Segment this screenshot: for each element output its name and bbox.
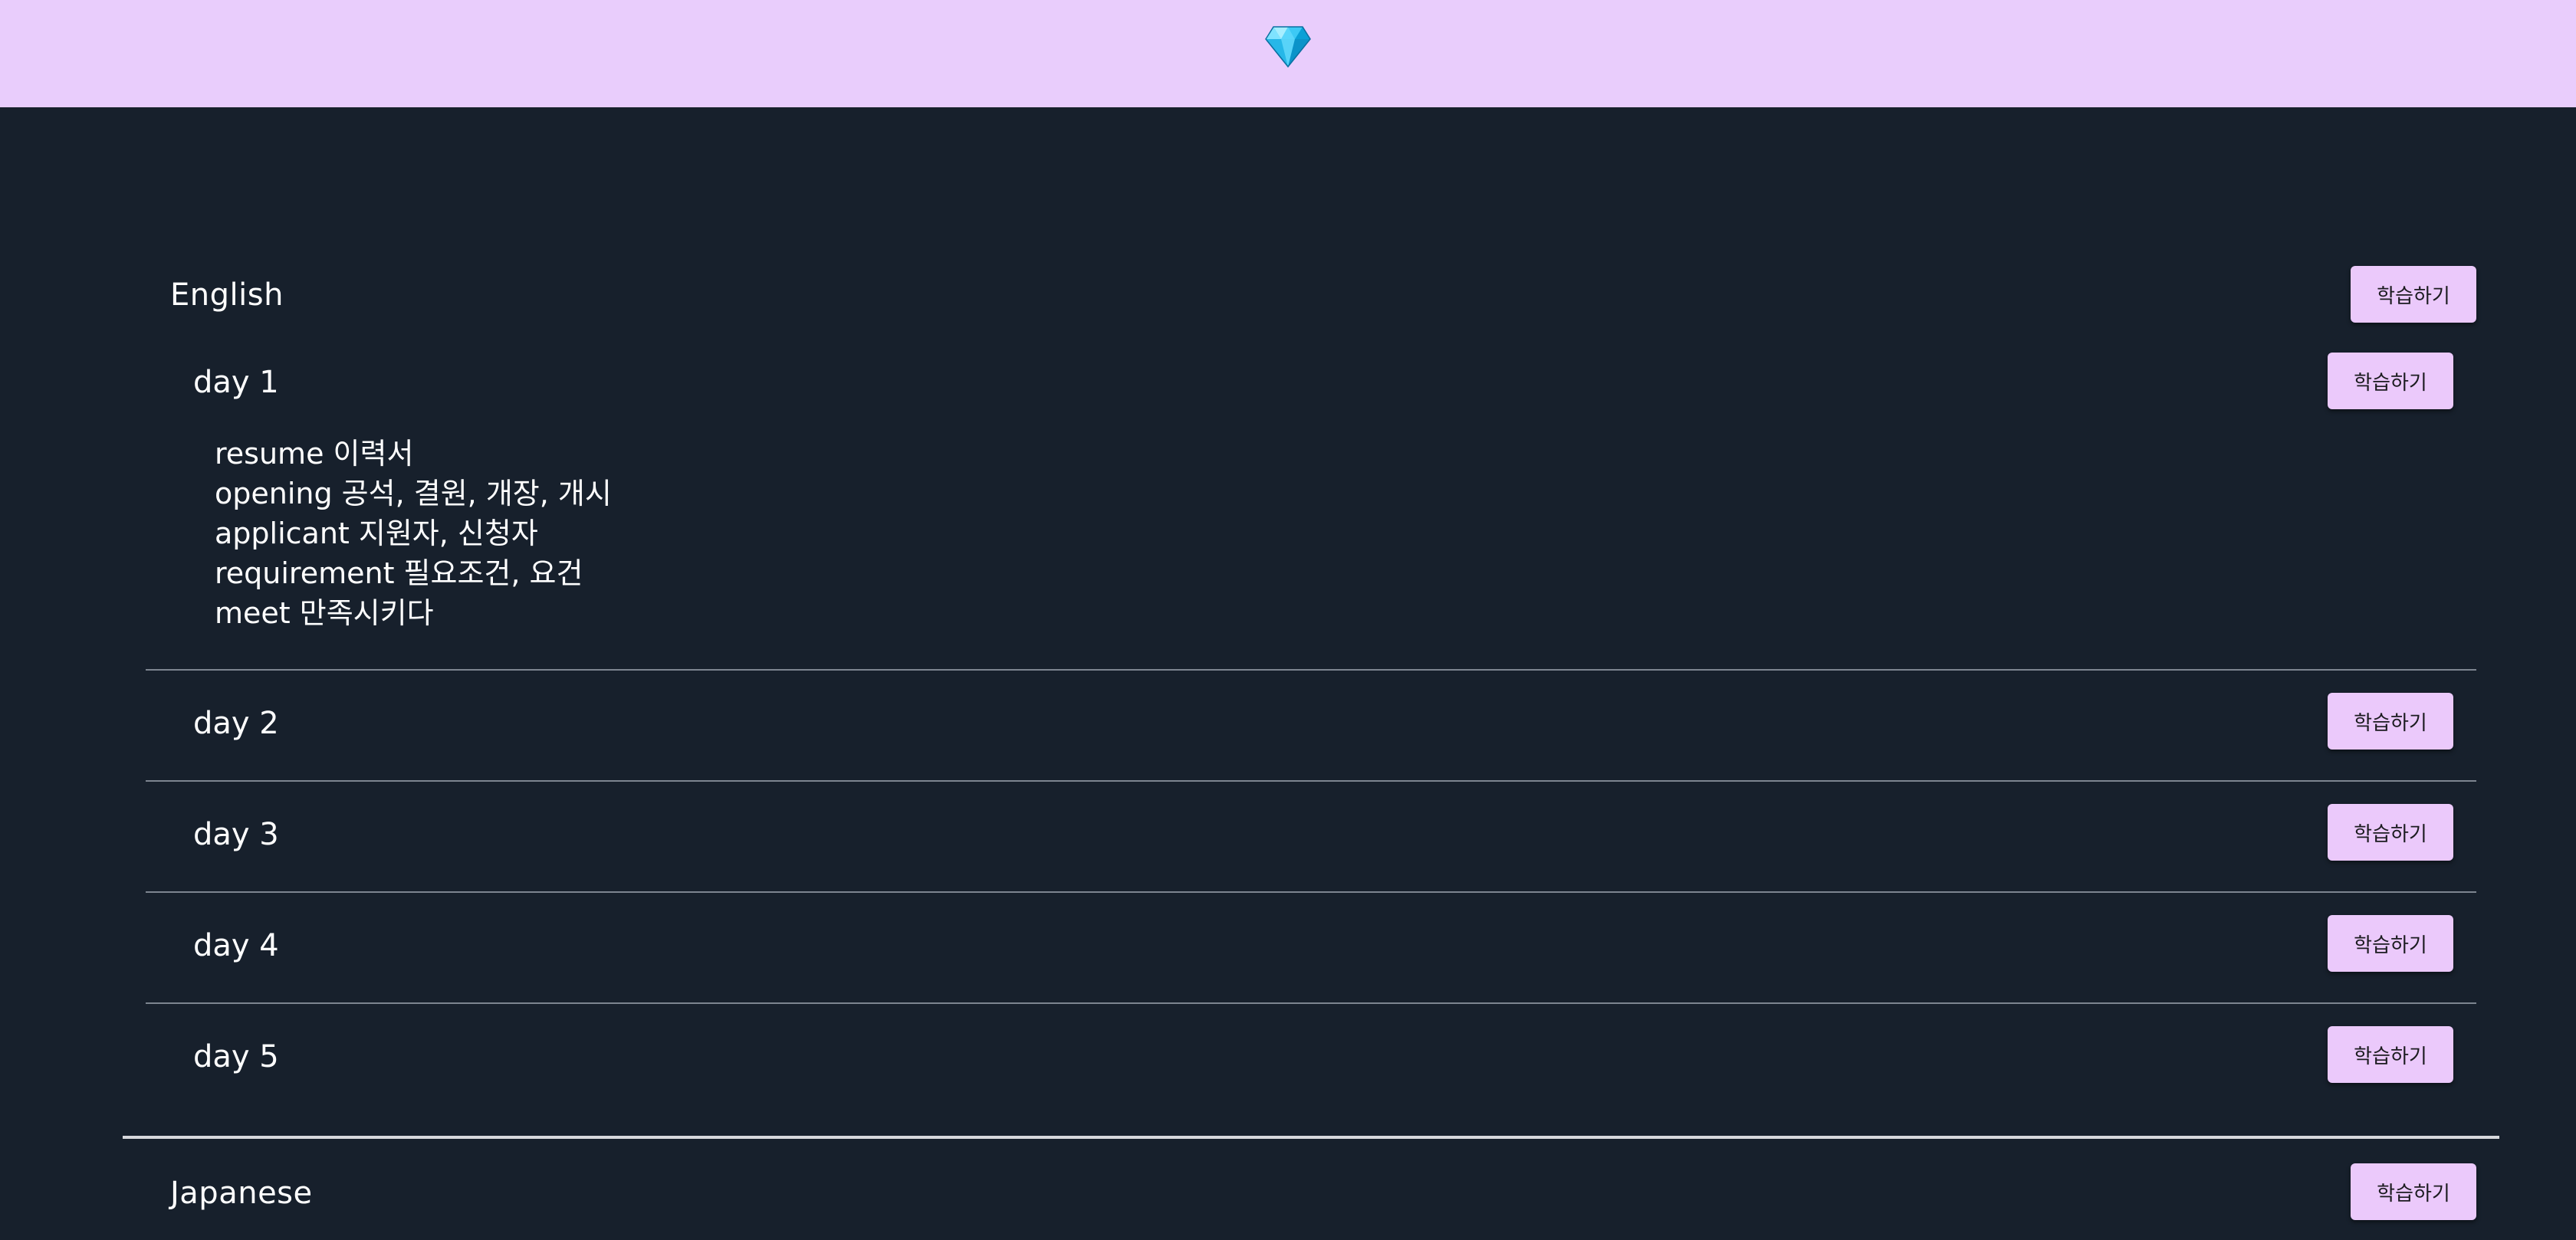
day-title[interactable]: day 2 bbox=[193, 706, 279, 741]
study-button-day-5[interactable]: 학습하기 bbox=[2328, 1026, 2453, 1083]
study-button-english[interactable]: 학습하기 bbox=[2351, 266, 2476, 323]
list-item: opening 공석, 결원, 개장, 개시 bbox=[215, 477, 612, 510]
language-title: English bbox=[170, 277, 284, 313]
word-list: resume 이력서 opening 공석, 결원, 개장, 개시 applic… bbox=[215, 434, 612, 633]
day-title[interactable]: day 5 bbox=[193, 1039, 279, 1074]
study-button-japanese[interactable]: 학습하기 bbox=[2351, 1163, 2476, 1220]
divider bbox=[146, 669, 2476, 671]
divider bbox=[146, 780, 2476, 782]
study-button-day-1[interactable]: 학습하기 bbox=[2328, 353, 2453, 409]
list-item: applicant 지원자, 신청자 bbox=[215, 517, 538, 550]
divider bbox=[146, 891, 2476, 893]
list-item: requirement 필요조건, 요건 bbox=[215, 556, 583, 590]
day-title[interactable]: day 3 bbox=[193, 817, 279, 852]
section-divider bbox=[123, 1136, 2499, 1139]
list-item: resume 이력서 bbox=[215, 437, 414, 471]
top-header-bar bbox=[0, 0, 2576, 107]
study-button-day-2[interactable]: 학습하기 bbox=[2328, 693, 2453, 750]
divider bbox=[146, 1002, 2476, 1004]
study-button-day-4[interactable]: 학습하기 bbox=[2328, 915, 2453, 972]
gem-icon[interactable] bbox=[1264, 24, 1312, 68]
study-button-day-3[interactable]: 학습하기 bbox=[2328, 804, 2453, 861]
day-title[interactable]: day 4 bbox=[193, 928, 279, 963]
list-item: meet 만족시키다 bbox=[215, 596, 434, 630]
language-title: Japanese bbox=[170, 1176, 313, 1211]
day-title[interactable]: day 1 bbox=[193, 365, 279, 400]
